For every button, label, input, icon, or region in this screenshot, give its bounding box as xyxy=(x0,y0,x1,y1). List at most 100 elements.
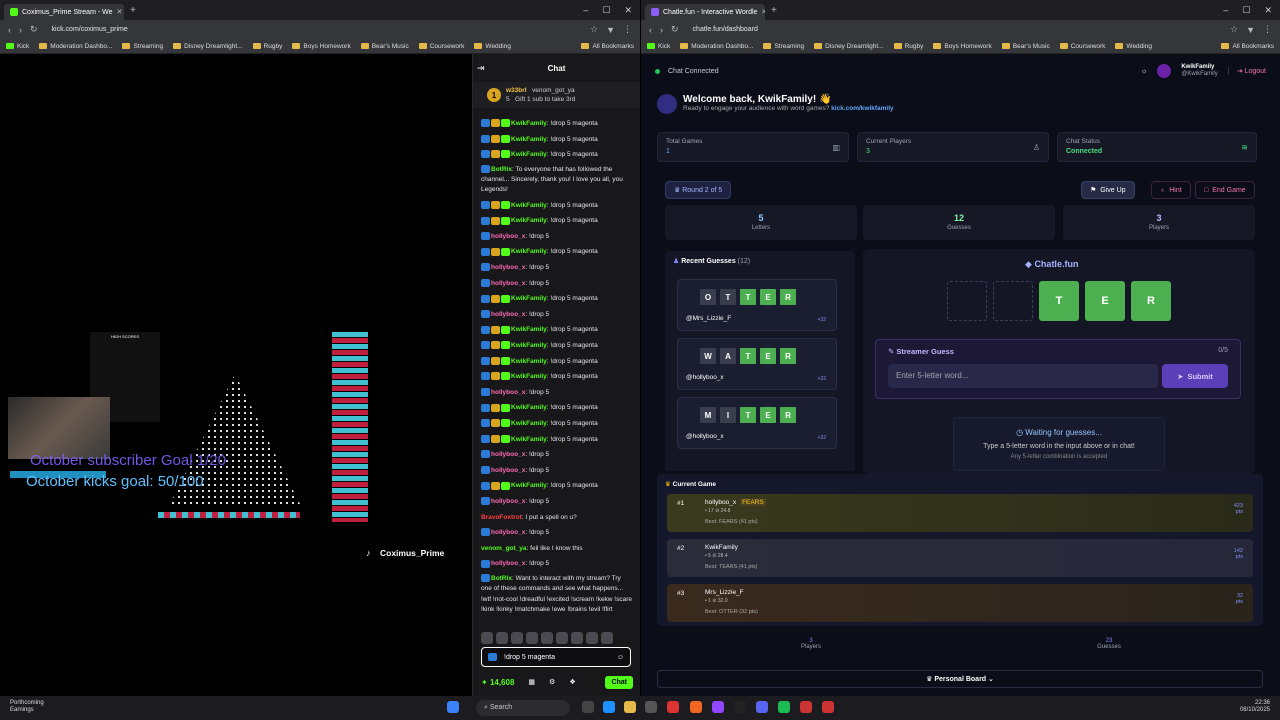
windows-start-icon[interactable] xyxy=(447,701,459,713)
chat-username[interactable]: hollyboo_x xyxy=(491,280,525,287)
forward-icon[interactable]: › xyxy=(660,25,663,35)
twitch-icon[interactable] xyxy=(712,701,724,713)
chat-username[interactable]: KwikFamily xyxy=(511,436,547,443)
bookmark-item[interactable]: Coursework xyxy=(1059,43,1105,50)
emote-icon[interactable] xyxy=(481,632,493,644)
maximize-icon[interactable]: ☐ xyxy=(602,5,610,16)
emote-icon[interactable] xyxy=(556,632,568,644)
bookmark-item[interactable]: Bear's Music xyxy=(360,43,409,50)
hint-button[interactable]: ♁ Hint xyxy=(1151,181,1191,199)
weather-widget[interactable]: Porthcoming Earnings xyxy=(10,700,44,714)
close-window-icon[interactable]: ✕ xyxy=(624,5,632,16)
tab-chatle[interactable]: Chatle.fun - Interactive Wordle ✕ xyxy=(645,4,765,20)
app-icon[interactable] xyxy=(667,701,679,713)
chat-username[interactable]: hollyboo_x xyxy=(491,498,525,505)
brave-shield-icon[interactable]: ▼ xyxy=(606,25,615,35)
theme-toggle-icon[interactable]: ☼ xyxy=(1141,68,1147,75)
tab-kick-stream[interactable]: Coximus_Prime Stream - We ✕ xyxy=(4,4,124,20)
emote-icon[interactable] xyxy=(601,632,613,644)
chat-username[interactable]: KwikFamily xyxy=(511,358,547,365)
chat-username[interactable]: hollyboo_x xyxy=(491,451,525,458)
back-icon[interactable]: ‹ xyxy=(649,25,652,35)
chat-username[interactable]: hollyboo_x xyxy=(491,264,525,271)
spotify-icon[interactable] xyxy=(778,701,790,713)
url-field[interactable]: chatle.fun/dashboard xyxy=(687,26,947,33)
bookmark-item[interactable]: Moderation Dashbo... xyxy=(39,43,112,50)
personal-board-toggle[interactable]: ♛ Personal Board ⌄ xyxy=(657,670,1263,688)
forward-icon[interactable]: › xyxy=(19,25,22,35)
chat-username[interactable]: KwikFamily xyxy=(511,202,547,209)
all-bookmarks[interactable]: All Bookmarks xyxy=(581,43,634,50)
extensions-icon[interactable]: ⋮ xyxy=(623,24,632,35)
gift-icon[interactable]: ❖ xyxy=(569,678,575,686)
bookmark-item[interactable]: Wedding xyxy=(474,43,511,50)
chat-username[interactable]: venom_got_ya xyxy=(481,545,527,552)
bookmark-item[interactable]: Disney Dreamlight... xyxy=(814,43,884,50)
brave-shield-icon[interactable]: ▼ xyxy=(1246,25,1255,35)
chat-username[interactable]: BravoFoxtrot xyxy=(481,514,522,521)
close-tab-icon[interactable]: ✕ xyxy=(761,8,765,16)
close-window-icon[interactable]: ✕ xyxy=(1264,5,1272,16)
end-game-button[interactable]: □ End Game xyxy=(1195,181,1255,199)
emoji-picker-icon[interactable]: ☺ xyxy=(617,654,624,661)
channel-link[interactable]: kick.com/kwikfamily xyxy=(831,105,894,112)
logout-button[interactable]: ⇥ Logout xyxy=(1227,67,1266,75)
file-explorer-icon[interactable] xyxy=(624,701,636,713)
app-icon[interactable] xyxy=(822,701,834,713)
chat-username[interactable]: KwikFamily xyxy=(511,420,547,427)
chat-input-value[interactable]: !drop 5 magenta xyxy=(504,654,555,661)
emote-icon[interactable] xyxy=(526,632,538,644)
emote-icon[interactable] xyxy=(511,632,523,644)
collapse-chat-icon[interactable]: ⇥ xyxy=(477,63,485,74)
chat-username[interactable]: KwikFamily xyxy=(511,217,547,224)
bookmark-item[interactable]: Wedding xyxy=(1115,43,1152,50)
chat-username[interactable]: hollyboo_x xyxy=(491,233,525,240)
chat-messages[interactable]: KwikFamily: !drop 5 magenta KwikFamily: !… xyxy=(473,116,640,626)
chat-username[interactable]: KwikFamily xyxy=(511,295,547,302)
recent-guesses-panel[interactable]: ♟ Recent Guesses (12) O T T E R @Mrs_Lizzie_F… xyxy=(665,251,855,471)
task-view-icon[interactable] xyxy=(582,701,594,713)
app-icon[interactable] xyxy=(800,701,812,713)
channel-points[interactable]: ✦ 14,608 xyxy=(481,678,514,687)
brave-icon[interactable] xyxy=(690,701,702,713)
minimize-icon[interactable]: – xyxy=(583,5,588,16)
chat-username[interactable]: KwikFamily xyxy=(511,326,547,333)
give-up-button[interactable]: ⚑ Give Up xyxy=(1081,181,1135,199)
bookmark-star-icon[interactable]: ☆ xyxy=(590,24,598,35)
emote-icon[interactable] xyxy=(586,632,598,644)
stream-video[interactable]: HIGH SCORES October subscriber Goal 1/20… xyxy=(0,54,472,696)
chat-username[interactable]: KwikFamily xyxy=(511,342,547,349)
taskbar-search[interactable]: ⌕ Search xyxy=(476,700,570,716)
chat-username[interactable]: hollyboo_x xyxy=(491,529,525,536)
bookmark-star-icon[interactable]: ☆ xyxy=(1230,24,1238,35)
bookmark-item[interactable]: Rugby xyxy=(252,43,282,50)
tiktok-app-icon[interactable] xyxy=(734,701,746,713)
new-tab-icon[interactable]: + xyxy=(130,5,136,16)
bookmark-item[interactable]: Disney Dreamlight... xyxy=(173,43,243,50)
send-chat-button[interactable]: Chat xyxy=(605,675,633,689)
chat-username[interactable]: hollyboo_x xyxy=(491,467,525,474)
reload-icon[interactable]: ↻ xyxy=(671,24,679,35)
chat-username[interactable]: hollyboo_x xyxy=(491,311,525,318)
store-icon[interactable] xyxy=(645,701,657,713)
chat-username[interactable]: KwikFamily xyxy=(511,373,547,380)
chat-username[interactable]: BotRix xyxy=(491,166,512,173)
chat-username[interactable]: KwikFamily xyxy=(511,120,547,127)
system-clock[interactable]: 22:36 08/10/2025 xyxy=(1240,700,1270,714)
bookmark-item[interactable]: Moderation Dashbo... xyxy=(680,43,753,50)
chat-username[interactable]: hollyboo_x xyxy=(491,389,525,396)
bookmark-item[interactable]: Coursework xyxy=(418,43,464,50)
chat-username[interactable]: KwikFamily xyxy=(511,136,547,143)
chat-input[interactable]: !drop 5 magenta ☺ xyxy=(481,647,631,667)
emote-icon[interactable] xyxy=(571,632,583,644)
minimize-icon[interactable]: – xyxy=(1223,5,1228,16)
emote-icon[interactable] xyxy=(496,632,508,644)
close-tab-icon[interactable]: ✕ xyxy=(117,8,123,16)
pinned-gift-banner[interactable]: 1 w33brl venom_got_ya 5 Gift 1 sub to ta… xyxy=(473,82,640,108)
bookmark-item[interactable]: Bear's Music xyxy=(1001,43,1050,50)
bookmark-item[interactable]: Kick xyxy=(647,43,670,50)
discord-icon[interactable] xyxy=(756,701,768,713)
url-field[interactable]: kick.com/coximus_prime xyxy=(46,26,306,33)
submit-button[interactable]: ➤ Submit xyxy=(1162,364,1228,388)
maximize-icon[interactable]: ☐ xyxy=(1242,5,1250,16)
